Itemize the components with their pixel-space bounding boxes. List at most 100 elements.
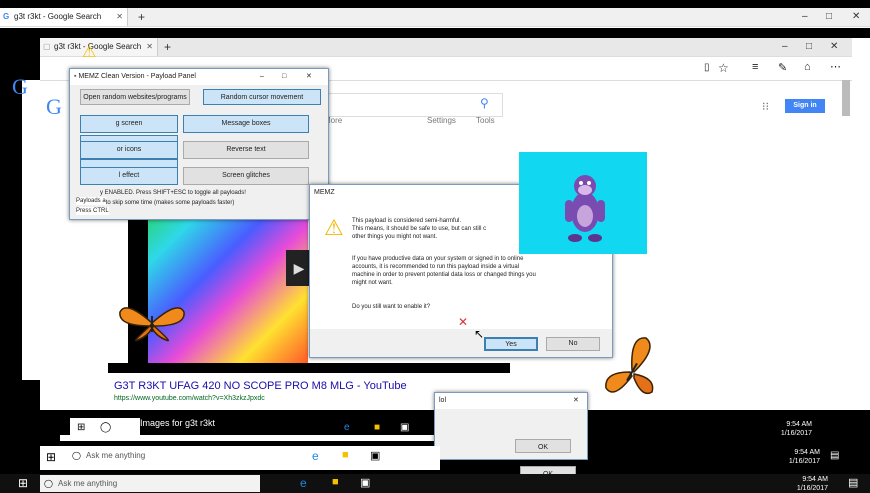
panel-close-button[interactable]: ✕ [306, 69, 312, 85]
taskbar-icon-store-3[interactable]: ▣ [360, 476, 370, 489]
search-icon-3: ◯ [44, 479, 53, 488]
bonzi-buddy-image [519, 152, 647, 254]
taskbar-bottom: ⊞ ◯ Ask me anything e ■ ▣ 9:54 AM 1/16/2… [0, 474, 870, 493]
glitch-block [108, 363, 510, 373]
no-button[interactable]: No [546, 337, 600, 351]
result-title-link[interactable]: G3T R3KT UFAG 420 NO SCOPE PRO M8 MLG - … [114, 380, 407, 392]
tab-google-search[interactable]: G g3t r3kt - Google Search ✕ [0, 8, 128, 26]
notes-icon[interactable]: ✎ [778, 61, 787, 74]
tray-date-bottom: 1/16/2017 [796, 485, 828, 492]
tray-date-ghost: 1/16/2017 [780, 430, 812, 437]
tray-date-2: 1/16/2017 [788, 458, 820, 465]
hub-icon[interactable]: ≡ [752, 61, 758, 73]
google-logo: G [12, 74, 28, 99]
reverse-text-button[interactable]: Reverse text [183, 141, 309, 159]
tray-clock-ghost: 9:54 AM 1/16/2017 [712, 420, 812, 438]
minimize-button[interactable]: – [802, 8, 808, 26]
panel-side-1: Payloads a [76, 197, 106, 205]
cortana-icon[interactable]: ◯ [100, 422, 111, 433]
maximize-button[interactable]: □ [826, 8, 832, 26]
butterfly-image-right [600, 332, 662, 406]
more-icon[interactable]: ⋯ [830, 60, 841, 73]
tray-clock-2: 9:54 AM 1/16/2017 [720, 448, 820, 466]
taskbar-icon-edge[interactable]: e [344, 422, 350, 433]
windows-start-icon-2[interactable]: ⊞ [46, 450, 56, 464]
apps-grid-icon[interactable]: ⁝⁝ [762, 100, 769, 113]
glitch-bar [0, 28, 870, 38]
memz-payload-panel: ▪ MEMZ Clean Version - Payload Panel – □… [69, 68, 329, 220]
butterfly-image-left [116, 300, 188, 346]
lol-close-button[interactable]: ✕ [573, 393, 579, 409]
search-input-2[interactable]: ◯ Ask me anything [68, 447, 268, 467]
screen-button[interactable]: g screen [80, 115, 178, 133]
search-icon-2: ◯ [72, 451, 81, 460]
tab-close-icon-2[interactable]: ✕ [146, 38, 153, 56]
outer-titlebar: G g3t r3kt - Google Search ✕ + – □ ✕ [0, 8, 870, 27]
nav-settings[interactable]: Settings [427, 116, 456, 125]
tray-time-bottom: 9:54 AM [802, 476, 828, 483]
warning-triangle-icon: ⚠ [324, 215, 344, 240]
favorite-star-icon[interactable]: ☆ [718, 61, 729, 75]
minimize-button-2[interactable]: – [782, 38, 788, 56]
gorilla-icon [565, 175, 605, 242]
notification-icon-bottom[interactable]: ▤ [848, 476, 858, 489]
reading-view-icon[interactable]: ▯ [704, 62, 710, 73]
google-favicon-icon: G [3, 12, 10, 21]
glitch-bar-left2 [22, 80, 40, 380]
panel-side-2: Press CTRL [76, 207, 109, 215]
effect-button[interactable]: l effect [80, 167, 178, 185]
scrollbar[interactable] [842, 80, 850, 116]
taskbar-icon-store-2[interactable]: ▣ [370, 449, 380, 462]
warning-icon: ⚠ [82, 44, 97, 61]
tray-clock-bottom: 9:54 AM 1/16/2017 [728, 475, 828, 493]
result-url: https://www.youtube.com/watch?v=Xh3zkzJp… [114, 395, 265, 402]
tab-google-search-2[interactable]: ▢ g3t r3kt - Google Search ✕ [40, 38, 158, 56]
dialog-line-6: machine in order to prevent potential da… [352, 272, 536, 278]
ok-button[interactable]: OK [515, 439, 571, 453]
sign-in-button[interactable]: Sign in [785, 99, 825, 113]
notification-icon-2[interactable]: ▤ [830, 450, 839, 461]
search-input-bottom[interactable]: ◯ Ask me anything [40, 475, 260, 492]
lol-dialog: lol ✕ OK [434, 392, 588, 460]
new-tab-button[interactable]: + [138, 8, 145, 26]
dialog-line-3: other things you might not want. [352, 234, 438, 240]
new-tab-button-2[interactable]: + [164, 38, 171, 56]
screen-glitches-button[interactable]: Screen glitches [183, 167, 309, 185]
message-boxes-button[interactable]: Message boxes [183, 115, 309, 133]
windows-start-icon-3[interactable]: ⊞ [18, 476, 28, 490]
taskbar-icon-edge-2[interactable]: e [312, 449, 319, 463]
panel-status-2: S to skip some time (makes some payloads… [100, 200, 235, 206]
search-box[interactable] [310, 93, 503, 117]
dialog-line-1: This payload is considered semi-harmful. [352, 218, 462, 224]
share-icon[interactable]: ⌂ [804, 61, 811, 73]
images-heading[interactable]: Images for g3t r3kt [140, 418, 215, 428]
butterfly-icon-2 [605, 337, 654, 395]
butterfly-icon [119, 307, 185, 342]
panel-maximize-button[interactable]: □ [282, 69, 286, 85]
nav-tools[interactable]: Tools [476, 116, 495, 125]
error-spinner-icon: ✕ [458, 315, 469, 329]
search-icon[interactable]: ⚲ [480, 96, 489, 110]
tray-time-2: 9:54 AM [794, 449, 820, 456]
taskbar-icon-store[interactable]: ▣ [400, 422, 409, 433]
close-button-2[interactable]: ✕ [830, 38, 838, 56]
open-websites-button[interactable]: Open random websites/programs [80, 89, 190, 105]
icons-button[interactable]: or icons [80, 141, 178, 159]
dialog-line-2: This means, it should be safe to use, bu… [352, 226, 487, 232]
close-button[interactable]: ✕ [852, 8, 860, 26]
tab-close-icon[interactable]: ✕ [116, 8, 123, 26]
cursor-movement-button[interactable]: Random cursor movement [203, 89, 321, 105]
dialog-line-7: might not want. [352, 280, 393, 286]
taskbar-icon-folder[interactable]: ■ [374, 422, 380, 433]
panel-status-1: y ENABLED. Press SHIFT+ESC to toggle all… [100, 190, 246, 196]
panel-minimize-button[interactable]: – [260, 69, 264, 85]
taskbar-icon-edge-3[interactable]: e [300, 476, 307, 490]
dialog-question: Do you still want to enable it? [352, 304, 431, 310]
taskbar-icon-folder-3[interactable]: ■ [332, 476, 339, 488]
taskbar-icon-folder-2[interactable]: ■ [342, 449, 349, 461]
yes-button[interactable]: Yes [484, 337, 538, 351]
maximize-button-2[interactable]: □ [806, 38, 812, 56]
dialog-line-5: accounts, it is recommended to run this … [352, 264, 520, 270]
google-logo-2: G [46, 94, 62, 119]
windows-start-icon[interactable]: ⊞ [77, 422, 85, 433]
